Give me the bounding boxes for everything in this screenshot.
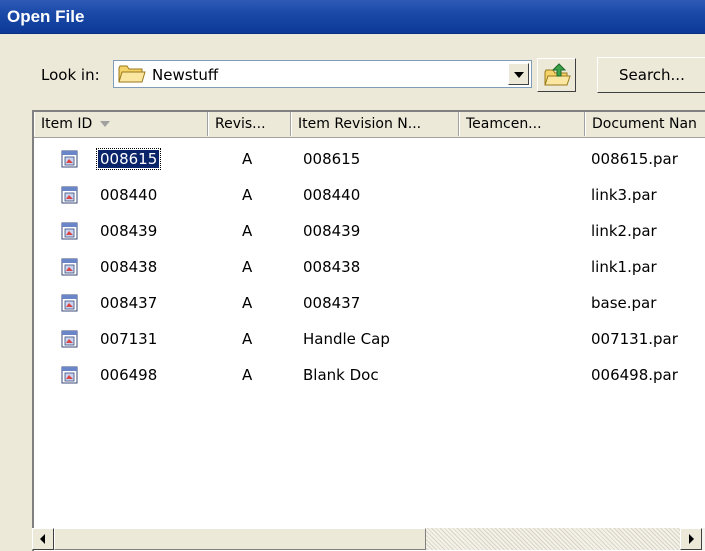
revision-cell: A [242,222,253,240]
table-row[interactable]: 008438 A 008438 link1.par [34,249,705,285]
table-row[interactable]: 008440 A 008440 link3.par [34,177,705,213]
up-folder-icon [544,63,571,86]
revision-cell: A [242,150,253,168]
revision-cell: A [242,294,253,312]
table-row[interactable]: 008437 A 008437 base.par [34,285,705,321]
title-bar[interactable]: Open File [0,0,705,34]
scroll-right-button[interactable] [680,528,702,550]
column-header-label: Revis... [215,116,266,132]
item-id-cell: 008439 [100,222,158,240]
horizontal-scrollbar[interactable] [32,528,705,550]
column-header-label: Teamcen... [466,116,542,132]
table-row[interactable]: 007131 A Handle Cap 007131.par [34,321,705,357]
document-icon [61,294,78,312]
column-header-item-id[interactable]: Item ID [34,112,208,136]
revision-cell: A [242,258,253,276]
arrow-left-icon [40,534,45,544]
up-one-level-button[interactable] [537,58,576,92]
look-in-dropdown[interactable]: Newstuff [113,60,532,88]
document-icon [61,366,78,384]
column-header-label: Item Revision N... [298,116,422,132]
document-icon [61,330,78,348]
window-title: Open File [7,7,85,26]
revision-name-cell: Blank Doc [303,366,379,384]
column-header-document-name[interactable]: Document Nan [585,112,705,136]
document-icon [61,150,78,168]
search-button[interactable]: Search... [597,57,705,93]
document-name-cell: 007131.par [591,330,678,348]
column-header-teamcenter[interactable]: Teamcen... [459,112,585,136]
look-in-value: Newstuff [152,66,219,84]
column-header-item-revision-name[interactable]: Item Revision N... [291,112,459,136]
document-name-cell: link2.par [591,222,657,240]
column-header-row: Item ID Revis... Item Revision N... Team… [34,112,705,138]
revision-name-cell: 008440 [303,186,361,204]
column-header-revision[interactable]: Revis... [208,112,291,136]
sort-descending-icon [100,121,111,127]
revision-name-cell: 008615 [303,150,361,168]
revision-name-cell: 008438 [303,258,361,276]
scroll-left-button[interactable] [32,528,54,550]
column-header-label: Item ID [41,116,93,132]
revision-cell: A [242,186,253,204]
document-name-cell: 006498.par [591,366,678,384]
revision-name-cell: 008437 [303,294,361,312]
document-icon [61,186,78,204]
document-name-cell: base.par [591,294,657,312]
open-file-dialog: Open File Look in: Newstuff Search... It… [0,0,705,551]
item-id-cell: 008615 [95,148,162,170]
folder-icon [118,65,146,83]
dropdown-button[interactable] [508,63,529,85]
item-id-cell: 007131 [100,330,158,348]
table-row[interactable]: 008615 A 008615 008615.par [34,141,705,177]
scroll-thumb[interactable] [54,528,426,550]
revision-name-cell: 008439 [303,222,361,240]
column-header-label: Document Nan [592,116,697,132]
document-name-cell: link3.par [591,186,657,204]
table-row[interactable]: 006498 A Blank Doc 006498.par [34,357,705,393]
arrow-right-icon [689,534,694,544]
table-row[interactable]: 008439 A 008439 link2.par [34,213,705,249]
search-button-label: Search... [619,66,685,84]
revision-cell: A [242,366,253,384]
document-icon [61,222,78,240]
document-icon [61,258,78,276]
revision-name-cell: Handle Cap [303,330,390,348]
look-in-label: Look in: [41,66,100,84]
revision-cell: A [242,330,253,348]
chevron-down-icon [514,72,524,78]
item-id-cell: 008437 [100,294,158,312]
document-name-cell: 008615.par [591,150,678,168]
item-id-cell: 008438 [100,258,158,276]
file-list[interactable]: Item ID Revis... Item Revision N... Team… [32,110,705,551]
document-name-cell: link1.par [591,258,657,276]
item-id-cell: 008440 [100,186,158,204]
item-id-cell: 006498 [100,366,158,384]
